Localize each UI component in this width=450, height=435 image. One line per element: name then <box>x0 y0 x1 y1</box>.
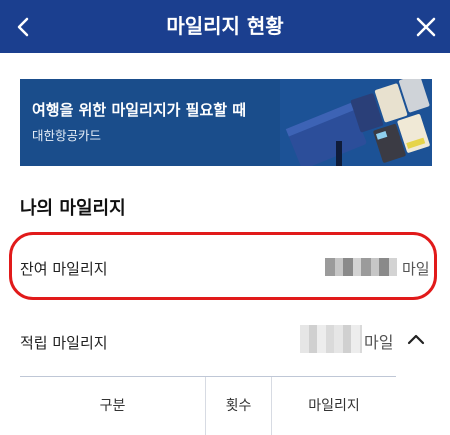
close-button[interactable] <box>412 13 440 41</box>
accrued-mileage-value-redacted <box>300 325 362 353</box>
accrued-mileage-label: 적립 마일리지 <box>20 334 108 352</box>
chevron-up-icon <box>407 334 425 345</box>
accrual-table-header: 구분 횟수 마일리지 <box>20 376 396 435</box>
page-title: 마일리지 현황 <box>166 14 284 38</box>
column-header-mileage: 마일리지 <box>271 377 396 435</box>
accrued-mileage-unit: 마일 <box>364 333 394 352</box>
accrued-toggle-button[interactable] <box>404 329 428 349</box>
banner-subtitle: 대한항공카드 <box>32 128 102 143</box>
my-mileage-heading: 나의 마일리지 <box>20 198 126 219</box>
column-header-count: 횟수 <box>205 377 271 435</box>
column-header-type: 구분 <box>99 398 126 414</box>
close-icon <box>416 17 436 37</box>
credit-cards-image <box>280 79 432 166</box>
banner-headline: 여행을 위한 마일리지가 필요할 때 <box>32 101 247 119</box>
remaining-mileage-label: 잔여 마일리지 <box>20 260 108 278</box>
app-header: 마일리지 현황 <box>0 0 450 53</box>
remaining-mileage-unit: 마일 <box>402 260 430 278</box>
remaining-mileage-value-redacted <box>325 258 397 276</box>
promo-banner[interactable]: 여행을 위한 마일리지가 필요할 때 대한항공카드 <box>20 79 432 166</box>
